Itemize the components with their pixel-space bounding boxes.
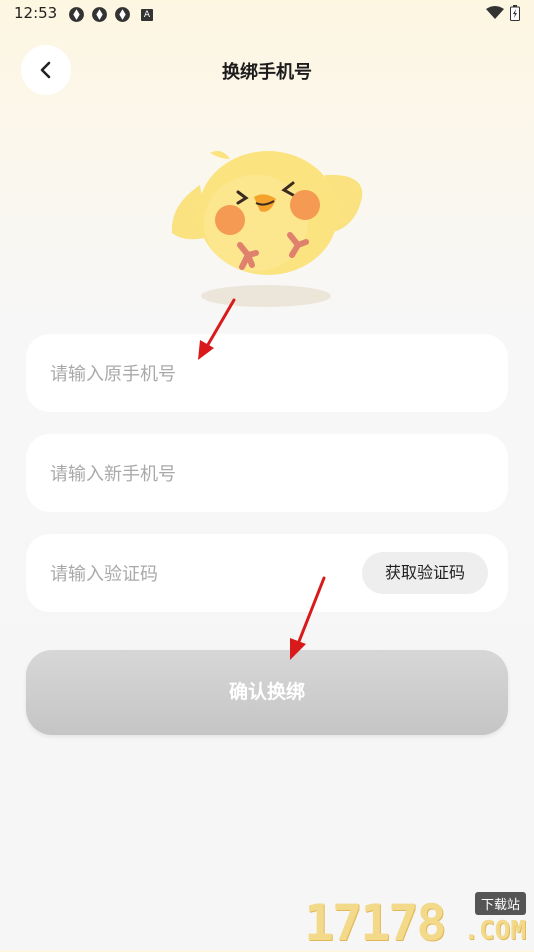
get-code-button[interactable]: 获取验证码 bbox=[361, 552, 488, 594]
wifi-icon bbox=[486, 6, 504, 19]
status-system-icons bbox=[486, 5, 520, 21]
battery-icon bbox=[510, 5, 520, 21]
verification-code-field[interactable]: 获取验证码 bbox=[26, 534, 508, 614]
chick-mascot-illustration bbox=[171, 151, 363, 307]
a-icon: A bbox=[141, 8, 153, 21]
page-title: 换绑手机号 bbox=[222, 62, 312, 83]
sync-icon bbox=[69, 7, 84, 22]
watermark-domain: .COM bbox=[463, 916, 526, 946]
confirm-rebind-button[interactable]: 确认换绑 bbox=[26, 650, 508, 735]
status-time: 12:53 bbox=[14, 4, 58, 22]
verification-code-input[interactable] bbox=[48, 534, 322, 614]
status-notification-icons: A bbox=[68, 6, 153, 23]
site-watermark: 17178 下载站 .COM bbox=[304, 888, 530, 952]
watermark-number: 17178 bbox=[304, 894, 447, 952]
watermark-badge: 下载站 bbox=[474, 892, 526, 915]
old-phone-field[interactable] bbox=[26, 334, 508, 414]
sync-icon bbox=[115, 7, 130, 22]
new-phone-input[interactable] bbox=[48, 434, 352, 514]
sync-icon bbox=[92, 7, 107, 22]
new-phone-field[interactable] bbox=[26, 434, 508, 514]
old-phone-input[interactable] bbox=[48, 334, 352, 414]
